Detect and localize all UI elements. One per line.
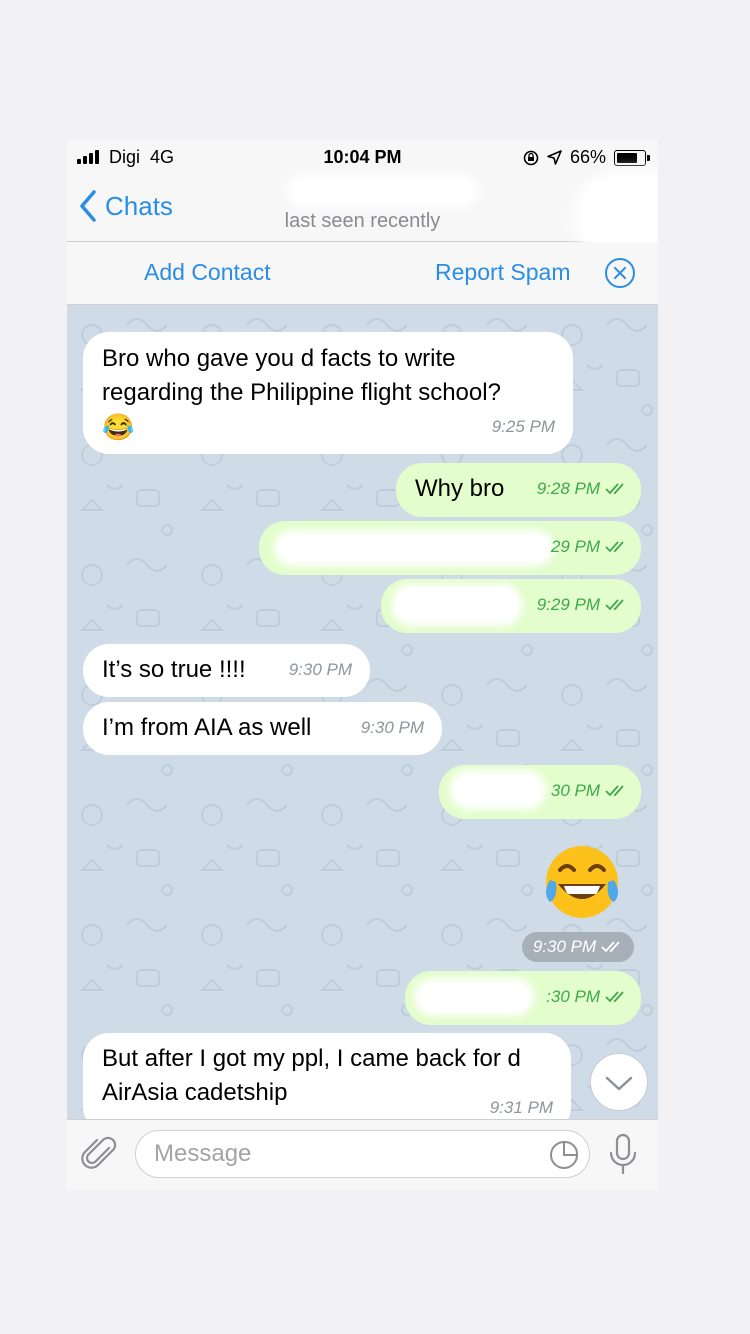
message-input[interactable]: [154, 1131, 524, 1177]
message-time: :30 PM: [546, 980, 627, 1014]
message-time-label: 29 PM: [550, 537, 600, 556]
last-seen-status: last seen recently: [284, 210, 441, 232]
action-bar: Add Contact Report Spam: [67, 242, 658, 305]
double-check-icon: [605, 599, 624, 611]
report-spam-button[interactable]: Report Spam: [435, 259, 571, 286]
orientation-lock-icon: [523, 150, 539, 165]
message-time: 30 PM: [551, 774, 627, 808]
message-emoji: 😂: [102, 412, 135, 442]
message-redaction: [455, 775, 541, 805]
message-time: 29 PM: [551, 530, 627, 564]
message-incoming[interactable]: It’s so true !!!! 9:30 PM: [83, 644, 370, 697]
message-text: Bro who gave you d facts to write regard…: [102, 345, 501, 406]
message-field[interactable]: [135, 1130, 590, 1178]
close-circle-icon[interactable]: [605, 258, 635, 288]
double-check-icon: [605, 483, 624, 495]
emoji-time-pill: 9:30 PM: [522, 932, 634, 962]
message-time-label: 9:29 PM: [536, 595, 600, 614]
contact-name[interactable]: [292, 180, 472, 202]
message-redaction: [279, 535, 549, 561]
composer-bar: [67, 1119, 658, 1190]
message-outgoing[interactable]: :30 PM: [405, 971, 641, 1025]
message-text: I’m from AIA as well: [102, 714, 312, 741]
message-incoming[interactable]: I’m from AIA as well 9:30 PM: [83, 702, 442, 755]
message-time: 9:25 PM: [491, 417, 555, 436]
message-text: It’s so true !!!!: [102, 656, 246, 683]
message-text: Why bro: [415, 475, 505, 502]
add-contact-button[interactable]: Add Contact: [144, 259, 271, 286]
double-check-icon: [605, 541, 624, 553]
laughing-emoji[interactable]: [540, 840, 624, 924]
double-check-icon: [601, 941, 620, 953]
message-time-label: :30 PM: [546, 987, 600, 1006]
location-arrow-icon: [547, 150, 562, 165]
double-check-icon: [605, 785, 624, 797]
message-outgoing[interactable]: 9:29 PM: [381, 579, 641, 633]
scroll-down-chevron-icon: [605, 1076, 633, 1091]
message-time: 9:29 PM: [537, 588, 627, 622]
microphone-icon[interactable]: [607, 1133, 639, 1175]
sticker-icon[interactable]: [549, 1140, 579, 1170]
battery-percent: 66%: [569, 147, 606, 167]
chat-header: Chats last seen recently: [67, 174, 658, 254]
message-incoming[interactable]: But after I got my ppl, I came back for …: [83, 1033, 571, 1119]
message-time: 9:30 PM: [360, 718, 424, 737]
message-time-label: 30 PM: [550, 781, 600, 800]
message-incoming[interactable]: Bro who gave you d facts to write regard…: [83, 332, 573, 454]
message-redaction: [419, 983, 529, 1011]
message-outgoing[interactable]: 30 PM: [439, 765, 641, 819]
message-redaction: [397, 589, 517, 621]
message-text: But after I got my ppl, I came back for …: [102, 1045, 521, 1106]
paperclip-icon[interactable]: [81, 1134, 119, 1174]
message-outgoing[interactable]: Why bro 9:28 PM: [396, 463, 641, 517]
message-time: 9:28 PM: [537, 472, 627, 506]
message-time: 9:30 PM: [288, 660, 352, 679]
message-list[interactable]: Bro who gave you d facts to write regard…: [67, 305, 658, 1119]
status-bar: Digi 4G 10:04 PM 66%: [67, 140, 658, 174]
status-right: 66%: [523, 147, 650, 168]
message-time: 9:31 PM: [489, 1098, 553, 1117]
double-check-icon: [605, 991, 624, 1003]
message-time-label: 9:30 PM: [532, 937, 597, 956]
message-time-label: 9:28 PM: [536, 479, 600, 498]
battery-icon: [614, 149, 650, 166]
telegram-chat-screen: Digi 4G 10:04 PM 66% Chats last seen rec…: [67, 140, 658, 1190]
scroll-to-bottom-button[interactable]: [590, 1053, 648, 1111]
message-outgoing[interactable]: 29 PM: [259, 521, 641, 575]
